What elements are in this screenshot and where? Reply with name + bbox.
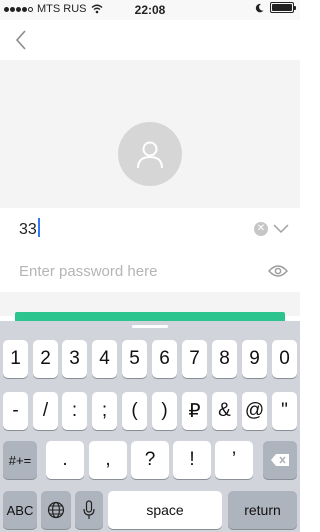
space-key[interactable]: space <box>108 491 222 529</box>
key-period[interactable]: . <box>46 441 84 479</box>
key-quote[interactable]: " <box>272 392 297 430</box>
back-icon <box>15 30 26 50</box>
keyboard-row-symbols: - / : ; ( ) ₽ & @ " <box>0 392 300 432</box>
chevron-down-icon[interactable] <box>272 221 290 237</box>
key-comma[interactable]: , <box>89 441 127 479</box>
nav-bar <box>0 20 300 60</box>
eye-icon[interactable] <box>268 264 288 278</box>
globe-icon <box>47 501 65 519</box>
key-paren-close[interactable]: ) <box>152 392 177 430</box>
key-0[interactable]: 0 <box>272 340 297 378</box>
return-key[interactable]: return <box>228 491 297 529</box>
avatar <box>118 122 182 186</box>
key-6[interactable]: 6 <box>152 340 177 378</box>
mic-icon <box>83 500 95 519</box>
key-9[interactable]: 9 <box>242 340 267 378</box>
status-right <box>255 2 296 13</box>
key-at[interactable]: @ <box>242 392 267 430</box>
globe-key[interactable] <box>41 491 71 529</box>
key-symbols-toggle[interactable]: #+= <box>3 441 37 479</box>
key-2[interactable]: 2 <box>33 340 58 378</box>
key-7[interactable]: 7 <box>182 340 207 378</box>
moon-icon <box>255 3 264 12</box>
key-paren-open[interactable]: ( <box>122 392 147 430</box>
clear-icon[interactable]: ✕ <box>254 222 268 236</box>
keyboard-row-punctuation: #+= . , ? ! ’ <box>0 441 300 481</box>
key-slash[interactable]: / <box>33 392 58 430</box>
key-exclamation[interactable]: ! <box>173 441 211 479</box>
key-1[interactable]: 1 <box>3 340 28 378</box>
key-question[interactable]: ? <box>131 441 169 479</box>
battery-level <box>272 4 292 11</box>
password-field[interactable] <box>0 250 300 292</box>
back-button[interactable] <box>8 26 34 54</box>
key-3[interactable]: 3 <box>62 340 87 378</box>
key-8[interactable]: 8 <box>212 340 237 378</box>
avatar-user-icon <box>137 141 163 169</box>
backspace-key[interactable] <box>263 441 297 479</box>
key-minus[interactable]: - <box>3 392 28 430</box>
key-semicolon[interactable]: ; <box>92 392 117 430</box>
password-input[interactable] <box>19 259 249 283</box>
key-apostrophe[interactable]: ’ <box>215 441 253 479</box>
battery-icon <box>270 2 296 13</box>
keyboard-row-numbers: 1 2 3 4 5 6 7 8 9 0 <box>0 340 300 380</box>
mic-key[interactable] <box>75 491 103 529</box>
status-bar: MTS RUS 22:08 <box>0 0 300 20</box>
login-content: 33 ✕ <box>0 60 300 324</box>
key-4[interactable]: 4 <box>92 340 117 378</box>
key-5[interactable]: 5 <box>122 340 147 378</box>
backspace-icon <box>271 454 289 466</box>
key-ampersand[interactable]: & <box>212 392 237 430</box>
keyboard-row-bottom: ABC space return <box>0 491 300 531</box>
phone-field[interactable]: 33 ✕ <box>0 208 300 250</box>
key-ruble[interactable]: ₽ <box>182 392 207 430</box>
key-abc[interactable]: ABC <box>3 491 37 529</box>
key-colon[interactable]: : <box>62 392 87 430</box>
keyboard: 1 2 3 4 5 6 7 8 9 0 - / : ; ( ) ₽ & @ " … <box>0 321 300 532</box>
phone-value: 33 <box>19 218 40 239</box>
keyboard-grabber <box>132 325 168 328</box>
text-caret <box>37 218 40 237</box>
